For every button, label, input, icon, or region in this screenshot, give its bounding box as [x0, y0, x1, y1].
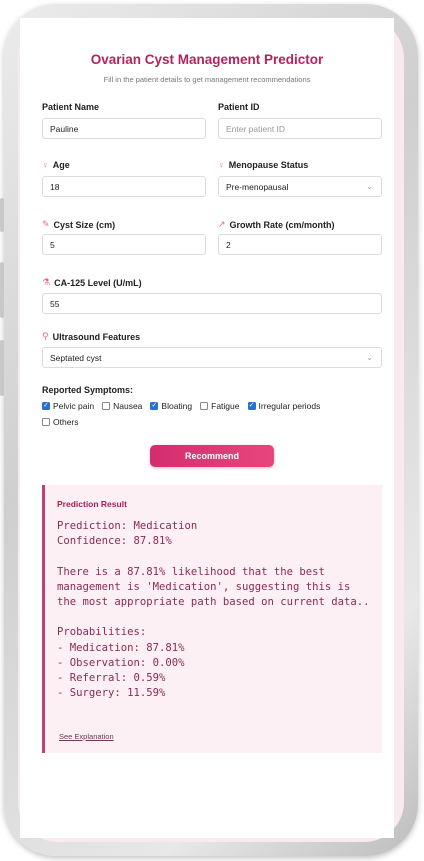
symptom-label: Bloating [161, 401, 193, 411]
patient-name-input[interactable]: Pauline [42, 118, 206, 139]
person-icon: ♀ [42, 160, 49, 170]
growth-rate-label-text: Growth Rate (cm/month) [229, 219, 335, 230]
patient-name-label-text: Patient Name [42, 102, 100, 112]
menopause-label: ♀ Menopause Status [218, 160, 308, 170]
age-input[interactable]: 18 [42, 176, 206, 197]
symptom-irregular-periods[interactable]: ✓ Irregular periods [247, 401, 321, 411]
checkbox-unchecked[interactable] [102, 402, 111, 410]
checkbox-checked[interactable]: ✓ [150, 402, 159, 410]
checkbox-unchecked[interactable] [42, 418, 50, 426]
symptom-bloating[interactable]: ✓ Bloating [150, 401, 192, 411]
patient-name-label: Patient Name [42, 102, 99, 112]
menopause-label-text: Menopause Status [228, 160, 309, 170]
result-text: Prediction: Medication Confidence: 87.81… [57, 520, 370, 700]
ultrasound-select-value: Septated cyst [50, 352, 102, 363]
symptom-label: Nausea [113, 401, 143, 411]
cyst-size-input[interactable]: 5 [42, 234, 206, 255]
symptom-pelvic-pain[interactable]: ✓ Pelvic pain [42, 401, 94, 411]
ultrasound-label: ⚲ Ultrasound Features [42, 331, 140, 342]
chart-icon: ↗ [218, 219, 226, 229]
ca125-label-text: CA-125 Level (U/mL) [54, 277, 142, 288]
ultrasound-select[interactable]: Septated cyst ⌄ [42, 347, 382, 368]
symptom-nausea[interactable]: Nausea [102, 401, 142, 411]
ultrasound-label-text: Ultrasound Features [52, 331, 141, 342]
phone-side-button [0, 198, 4, 232]
symptom-label: Others [53, 417, 79, 427]
growth-rate-input[interactable]: 2 [218, 234, 382, 255]
checkbox-unchecked[interactable] [200, 402, 209, 410]
page-title: Ovarian Cyst Management Predictor [90, 52, 324, 67]
growth-rate-label: ↗ Growth Rate (cm/month) [218, 219, 335, 230]
age-label-text: Age [52, 160, 70, 170]
chevron-down-icon: ⌄ [366, 182, 373, 191]
phone-volume-button [0, 262, 4, 318]
checkbox-checked[interactable]: ✓ [42, 402, 50, 410]
patient-id-label-text: Patient ID [218, 102, 260, 112]
flask-icon: ⚗ [42, 277, 51, 287]
see-explanation-link[interactable]: See Explanation [59, 732, 114, 741]
app-screen: Ovarian Cyst Management Predictor Fill i… [20, 18, 394, 838]
symptom-label: Fatigue [211, 401, 240, 411]
page-subtitle: Fill in the patient details to get manag… [103, 75, 311, 84]
checkbox-checked[interactable]: ✓ [247, 402, 256, 410]
person-icon: ♀ [218, 160, 225, 170]
symptoms-row: Others [42, 417, 79, 427]
cyst-size-label: ✎ Cyst Size (cm) [42, 219, 115, 230]
ca125-label: ⚗ CA-125 Level (U/mL) [42, 277, 142, 288]
recommend-button[interactable]: Recommend [150, 445, 274, 467]
ruler-icon: ✎ [42, 219, 50, 229]
patient-id-input[interactable]: Enter patient ID [218, 118, 382, 139]
menopause-select-value: Pre-menopausal [226, 181, 289, 192]
chevron-down-icon: ⌄ [366, 353, 373, 362]
phone-volume-button [0, 340, 4, 396]
age-label: ♀ Age [42, 160, 70, 170]
result-title: Prediction Result [57, 499, 127, 509]
prediction-result-card: Prediction Result Prediction: Medication… [42, 485, 382, 753]
patient-id-label: Patient ID [218, 102, 260, 112]
symptoms-title: Reported Symptoms: [42, 385, 134, 395]
menopause-select[interactable]: Pre-menopausal ⌄ [218, 176, 382, 197]
ca125-input[interactable]: 55 [42, 293, 382, 314]
symptoms-row: ✓ Pelvic pain Nausea ✓ Bloating Fatigue … [42, 401, 320, 411]
symptom-label: Irregular periods [258, 401, 321, 411]
symptom-label: Pelvic pain [53, 401, 95, 411]
cyst-size-label-text: Cyst Size (cm) [53, 219, 116, 230]
scan-icon: ⚲ [42, 331, 49, 341]
symptom-others[interactable]: Others [42, 417, 79, 427]
symptom-fatigue[interactable]: Fatigue [200, 401, 240, 411]
